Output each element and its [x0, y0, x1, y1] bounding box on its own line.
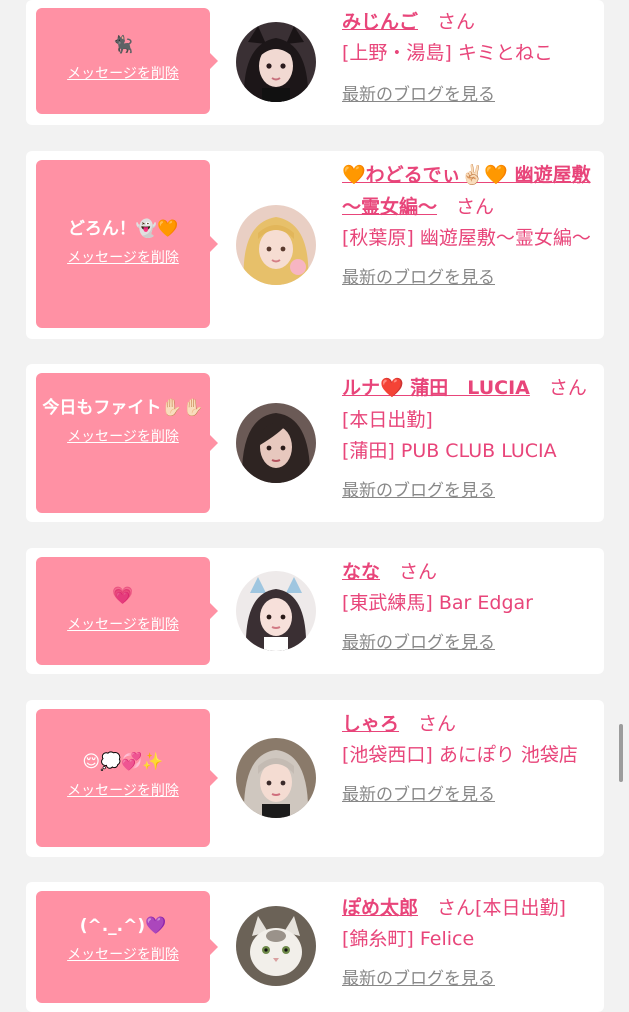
avatar-white-cat-image: [236, 906, 316, 986]
name-line: みじんご さん: [342, 6, 596, 38]
shop-text: [池袋西口] あにぽり 池袋店: [342, 744, 578, 766]
avatar-girl-blonde-image: [236, 205, 316, 285]
latest-blog-link[interactable]: 最新のブログを見る: [342, 783, 495, 807]
message-text: どろん！👻🧡: [67, 219, 179, 239]
user-info: 🧡わどるでぃ✌🏻🧡 幽遊屋敷 〜霊女編〜 さん [秋葉原] 幽遊屋敷〜霊女編〜 …: [342, 159, 596, 290]
avatar[interactable]: [236, 205, 316, 285]
shop-text: [東武練馬] Bar Edgar: [342, 592, 533, 614]
message-bubble: 今日もファイト✋🏻✋🏻 メッセージを削除: [36, 373, 218, 513]
user-info: なな さん [東武練馬] Bar Edgar 最新のブログを見る: [342, 556, 596, 655]
avatar-girl-maid-cat-ears-image: [236, 571, 316, 651]
avatar-girl-dark-hair-image: [236, 403, 316, 483]
message-text: 🐈‍⬛: [112, 35, 134, 55]
name-line: 🧡わどるでぃ✌🏻🧡 幽遊屋敷 〜霊女編〜 さん: [342, 159, 596, 223]
name-line: ルナ❤️ 蒲田 LUCIA さん [本日出勤]: [342, 372, 596, 436]
honorific: さん: [418, 713, 457, 735]
honorific: さん: [399, 561, 438, 583]
status-extra: [本日出勤]: [475, 897, 566, 919]
message-card: 今日もファイト✋🏻✋🏻 メッセージを削除 ルナ❤️ 蒲田 LUCIA さん [本日…: [26, 364, 604, 522]
shop-text: [蒲田] PUB CLUB LUCIA: [342, 440, 557, 462]
latest-blog-link[interactable]: 最新のブログを見る: [342, 631, 495, 655]
user-name-link[interactable]: なな: [342, 561, 380, 583]
avatar-girl-cat-ears-image: [236, 22, 316, 102]
user-name-link[interactable]: みじんご: [342, 11, 418, 33]
message-card: 🐈‍⬛ メッセージを削除 みじんご さん [上野・湯島] キミとねこ 最新のブロ…: [26, 0, 604, 125]
user-info: みじんご さん [上野・湯島] キミとねこ 最新のブログを見る: [342, 6, 596, 107]
user-name-link[interactable]: しゃろ: [342, 713, 399, 735]
user-name-link[interactable]: ルナ❤️ 蒲田 LUCIA: [342, 377, 530, 399]
user-info: ぽめ太郎 さん[本日出勤] [錦糸町] Felice 最新のブログを見る: [342, 892, 596, 991]
avatar[interactable]: [236, 22, 316, 102]
shop-text: [錦糸町] Felice: [342, 928, 475, 950]
avatar[interactable]: [236, 403, 316, 483]
user-info: ルナ❤️ 蒲田 LUCIA さん [本日出勤] [蒲田] PUB CLUB LUC…: [342, 372, 596, 503]
avatar-girl-silver-hair-image: [236, 738, 316, 818]
message-bubble: どろん！👻🧡 メッセージを削除: [36, 160, 218, 328]
name-line: なな さん: [342, 556, 596, 588]
shop-text: [上野・湯島] キミとねこ: [342, 42, 553, 64]
message-card: どろん！👻🧡 メッセージを削除 🧡わどるでぃ✌🏻🧡 幽遊屋敷 〜霊女編〜 さん …: [26, 151, 604, 339]
honorific: さん: [548, 377, 587, 399]
name-line: しゃろ さん: [342, 708, 596, 740]
message-bubble: (^._.^)💜 メッセージを削除: [36, 891, 218, 1003]
latest-blog-link[interactable]: 最新のブログを見る: [342, 479, 495, 503]
latest-blog-link[interactable]: 最新のブログを見る: [342, 83, 495, 107]
message-text: 😌💭💞✨: [82, 752, 164, 772]
honorific: さん: [456, 196, 495, 218]
message-text: (^._.^)💜: [79, 916, 167, 936]
message-card: 😌💭💞✨ メッセージを削除 しゃろ さん [池袋西口] あにぽり 池袋店 最新の…: [26, 700, 604, 857]
delete-message-link[interactable]: メッセージを削除: [40, 64, 206, 84]
honorific: さん: [437, 897, 476, 919]
avatar[interactable]: [236, 571, 316, 651]
message-bubble: 💗 メッセージを削除: [36, 557, 218, 665]
scrollbar[interactable]: [619, 724, 623, 782]
avatar[interactable]: [236, 738, 316, 818]
latest-blog-link[interactable]: 最新のブログを見る: [342, 266, 495, 290]
delete-message-link[interactable]: メッセージを削除: [40, 781, 206, 801]
delete-message-link[interactable]: メッセージを削除: [40, 427, 206, 447]
message-card: (^._.^)💜 メッセージを削除 ぽめ太郎 さん[本日出勤] [錦糸町] Fe…: [26, 882, 604, 1012]
avatar[interactable]: [236, 906, 316, 986]
latest-blog-link[interactable]: 最新のブログを見る: [342, 967, 495, 991]
delete-message-link[interactable]: メッセージを削除: [40, 615, 206, 635]
name-line: ぽめ太郎 さん[本日出勤]: [342, 892, 596, 924]
message-card: 💗 メッセージを削除 なな さん [東武練馬] Bar Edgar 最新のブログ…: [26, 548, 604, 674]
message-bubble: 🐈‍⬛ メッセージを削除: [36, 8, 218, 114]
message-text: 💗: [112, 586, 134, 606]
honorific: さん: [437, 11, 476, 33]
user-name-link[interactable]: ぽめ太郎: [342, 897, 418, 919]
message-text: 今日もファイト✋🏻✋🏻: [42, 398, 204, 418]
delete-message-link[interactable]: メッセージを削除: [40, 248, 206, 268]
shop-text: [秋葉原] 幽遊屋敷〜霊女編〜: [342, 227, 591, 249]
delete-message-link[interactable]: メッセージを削除: [40, 945, 206, 965]
user-info: しゃろ さん [池袋西口] あにぽり 池袋店 最新のブログを見る: [342, 708, 596, 807]
message-bubble: 😌💭💞✨ メッセージを削除: [36, 709, 218, 847]
status-extra: [本日出勤]: [342, 409, 433, 431]
